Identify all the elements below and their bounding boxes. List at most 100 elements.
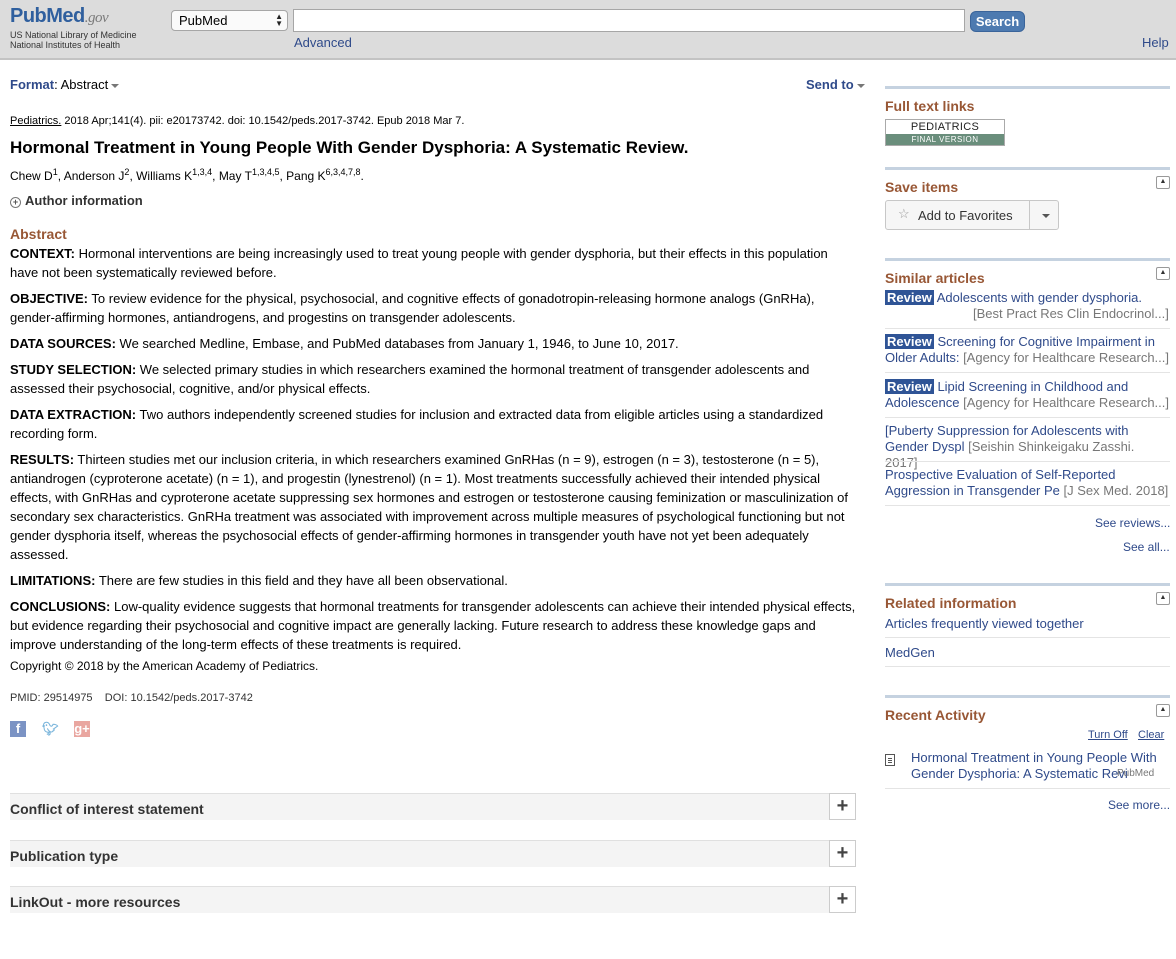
author-list: Chew D1, Anderson J2, Williams K1,3,4, M… (10, 167, 364, 183)
author-link[interactable]: May T (219, 169, 252, 183)
facebook-icon[interactable]: f (10, 721, 26, 737)
collapse-icon[interactable]: ▲ (1156, 176, 1170, 189)
divider (885, 505, 1170, 506)
pmid: PMID: 29514975 (10, 692, 93, 704)
divider (885, 328, 1170, 329)
author-affiliation: 6,3,4,7,8 (325, 167, 361, 177)
section-conflict-of-interest[interactable]: Conflict of interest statement + (10, 793, 856, 820)
divider (885, 788, 1170, 789)
author-link[interactable]: Anderson J (64, 169, 125, 183)
chevron-down-icon[interactable] (1042, 214, 1050, 218)
abstract-paragraph: OBJECTIVE: To review evidence for the ph… (10, 289, 856, 327)
send-to-menu[interactable]: Send to (806, 77, 865, 92)
full-text-heading: Full text links (885, 98, 975, 114)
abstract-label: DATA SOURCES: (10, 336, 116, 351)
author-link[interactable]: Chew D (10, 169, 53, 183)
journal-link[interactable]: Pediatrics. (10, 115, 61, 127)
related-link-medgen[interactable]: MedGen (885, 645, 935, 660)
clear-link[interactable]: Clear (1138, 729, 1164, 741)
logo-gov: .gov (84, 10, 109, 26)
see-more-link[interactable]: See more... (1108, 798, 1170, 812)
abstract-label: RESULTS: (10, 452, 75, 467)
collapse-icon[interactable]: ▲ (1156, 592, 1170, 605)
similar-article-source: [Agency for Healthcare Research...] (963, 395, 1170, 410)
citation: Pediatrics. 2018 Apr;141(4). pii: e20173… (10, 115, 464, 127)
org-line-2: National Institutes of Health (10, 40, 121, 50)
review-badge: Review (885, 379, 934, 394)
pediatrics-full-text-link[interactable]: PEDIATRICS FINAL VERSION (885, 119, 1005, 146)
document-icon (885, 754, 895, 766)
database-select[interactable]: PubMed ▲ ▼ (171, 10, 288, 31)
abstract-label: OBJECTIVE: (10, 291, 89, 306)
section-publication-type[interactable]: Publication type + (10, 840, 856, 867)
abstract-paragraph: CONCLUSIONS: Low-quality evidence sugges… (10, 597, 856, 654)
pubmed-logo[interactable]: PubMed.gov US National Library of Medici… (10, 4, 150, 50)
doi-label: DOI: (104, 692, 128, 704)
collapse-icon[interactable]: ▲ (1156, 704, 1170, 717)
similar-article-item[interactable]: Prospective Evaluation of Self-Reported … (885, 467, 1170, 499)
author-link[interactable]: Pang K (286, 169, 325, 183)
collapse-icon[interactable]: ▲ (1156, 267, 1170, 280)
author-link[interactable]: Williams K (136, 169, 192, 183)
article-title: Hormonal Treatment in Young People With … (10, 138, 689, 157)
review-badge: Review (885, 334, 934, 349)
similar-article-item[interactable]: Review Adolescents with gender dysphoria… (885, 290, 1170, 322)
abstract-paragraph: DATA SOURCES: We searched Medline, Embas… (10, 334, 856, 353)
abstract-text: Low-quality evidence suggests that hormo… (10, 599, 856, 652)
section-title: LinkOut - more resources (10, 894, 181, 910)
similar-articles-box: Similar articles ▲ (885, 258, 1170, 286)
abstract-text: We searched Medline, Embase, and PubMed … (115, 336, 679, 351)
format-menu[interactable]: Format: Abstract (10, 77, 120, 92)
help-link[interactable]: Help (1142, 35, 1169, 50)
abstract-paragraph: DATA EXTRACTION: Two authors independent… (10, 405, 856, 443)
final-version-text: FINAL VERSION (886, 134, 1004, 145)
google-plus-icon[interactable]: g+ (74, 721, 90, 737)
section-title: Conflict of interest statement (10, 801, 204, 817)
expand-plus-icon[interactable]: + (829, 793, 856, 820)
recent-activity-source: PubMed (1117, 768, 1155, 779)
logo-wordmark: PubMed.gov (10, 4, 150, 30)
author-affiliation: 1,3,4 (192, 167, 213, 177)
similar-article-source: [Agency for Healthcare Research...] (963, 350, 1169, 365)
see-reviews-link[interactable]: See reviews... (1095, 516, 1170, 530)
similar-article-item[interactable]: Review Lipid Screening in Childhood and … (885, 379, 1170, 411)
review-badge: Review (885, 290, 934, 305)
search-input[interactable] (293, 9, 965, 32)
doi-link[interactable]: 10.1542/peds.2017-3742 (130, 692, 252, 704)
abstract-paragraph: STUDY SELECTION: We selected primary stu… (10, 360, 856, 398)
recent-activity-heading: Recent Activity (885, 707, 986, 723)
author-information-label: Author information (25, 193, 143, 208)
advanced-search-link[interactable]: Advanced (294, 35, 352, 50)
similar-article-item[interactable]: [Puberty Suppression for Adolescents wit… (885, 423, 1170, 471)
add-to-favorites-button[interactable]: ☆ Add to Favorites (885, 200, 1059, 230)
search-button[interactable]: Search (970, 11, 1025, 32)
author-affiliation: 2 (124, 167, 130, 177)
format-label: Format (10, 77, 55, 92)
header-bar: PubMed.gov US National Library of Medici… (0, 0, 1176, 60)
author-affiliation: 1,3,4,5 (251, 167, 280, 177)
twitter-icon[interactable]: 🐦︎ (42, 721, 59, 737)
expand-plus-icon[interactable]: + (829, 840, 856, 867)
copyright: Copyright © 2018 by the American Academy… (10, 659, 319, 673)
section-linkout[interactable]: LinkOut - more resources + (10, 886, 856, 913)
turn-off-link[interactable]: Turn Off (1088, 729, 1128, 741)
divider (885, 417, 1170, 418)
similar-article-item[interactable]: Review Screening for Cognitive Impairmen… (885, 334, 1170, 366)
abstract-text: There are few studies in this field and … (95, 573, 508, 588)
abstract-heading: Abstract (10, 226, 67, 242)
section-title: Publication type (10, 848, 119, 864)
similar-article-source: [J Sex Med. 2018] (1063, 483, 1169, 498)
add-to-favorites-label: Add to Favorites (918, 208, 1013, 223)
divider (885, 637, 1170, 638)
abstract-body: CONTEXT: Hormonal interventions are bein… (10, 244, 856, 661)
see-all-link[interactable]: See all... (1123, 540, 1170, 554)
related-information-box: Related information ▲ (885, 583, 1170, 611)
save-items-heading: Save items (885, 179, 959, 195)
author-information-toggle[interactable]: + Author information (10, 193, 143, 208)
button-divider (1029, 201, 1030, 229)
related-link-articles-viewed[interactable]: Articles frequently viewed together (885, 616, 1084, 631)
social-share: f 🐦︎ g+ (10, 721, 106, 737)
abstract-label: STUDY SELECTION: (10, 362, 137, 377)
full-text-links-box: Full text links (885, 86, 1170, 114)
expand-plus-icon[interactable]: + (829, 886, 856, 913)
